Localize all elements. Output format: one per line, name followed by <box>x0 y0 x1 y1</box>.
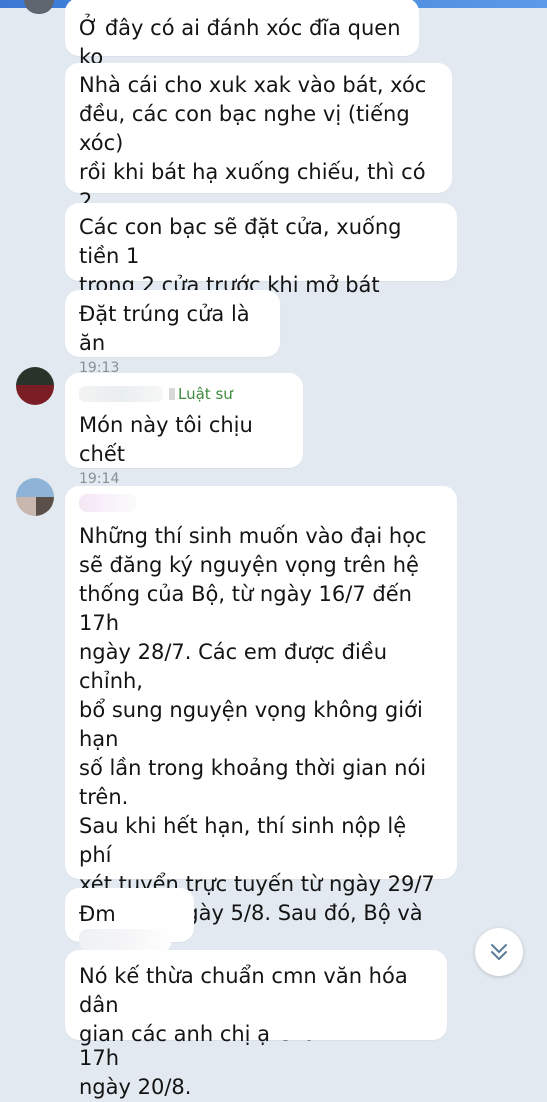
sender-badge: Luật sư <box>178 385 233 403</box>
message-time: 19:14 <box>79 471 120 487</box>
message-bubble[interactable]: Ở đây có ai đánh xóc đĩa quen ko <box>65 0 419 69</box>
avatar[interactable] <box>16 367 54 405</box>
sender-row <box>79 494 443 518</box>
scroll-to-bottom-button[interactable] <box>475 928 523 976</box>
message-bubble[interactable]: Nó kế thừa chuẩn cmn văn hóa dân gian cá… <box>65 950 447 1046</box>
message-text: Đặt trúng cửa là ăn <box>79 302 257 355</box>
message-bubble[interactable]: Đặt trúng cửa là ăn 19:13 <box>65 290 280 376</box>
message-bubble[interactable]: Nhà cái cho xuk xak vào bát, xóc đều, cá… <box>65 63 452 242</box>
message-text: Các con bạc sẽ đặt cửa, xuống tiền 1 tro… <box>79 215 402 297</box>
sender-name-redacted <box>79 494 137 512</box>
sender-badge-icon <box>169 388 175 400</box>
avatar[interactable] <box>16 478 54 516</box>
message-text: Đm <box>79 902 116 926</box>
message-bubble[interactable]: Những thí sinh muốn vào đại học sẽ đăng … <box>65 486 457 1099</box>
sender-name-redacted <box>79 386 163 402</box>
redacted-text <box>79 929 171 951</box>
sender-row: Luật sư <box>79 383 289 405</box>
message-bubble[interactable]: Luật sư Món này tôi chịu chết 19:14 <box>65 373 303 487</box>
message-bubble[interactable]: Các con bạc sẽ đặt cửa, xuống tiền 1 tro… <box>65 203 457 297</box>
double-chevron-down-icon <box>491 944 507 960</box>
avatar[interactable] <box>24 0 54 14</box>
message-text: Nó kế thừa chuẩn cmn văn hóa dân gian cá… <box>79 964 408 1046</box>
message-text: Món này tôi chịu chết <box>79 413 260 466</box>
message-bubble[interactable]: Đm <box>65 888 194 951</box>
